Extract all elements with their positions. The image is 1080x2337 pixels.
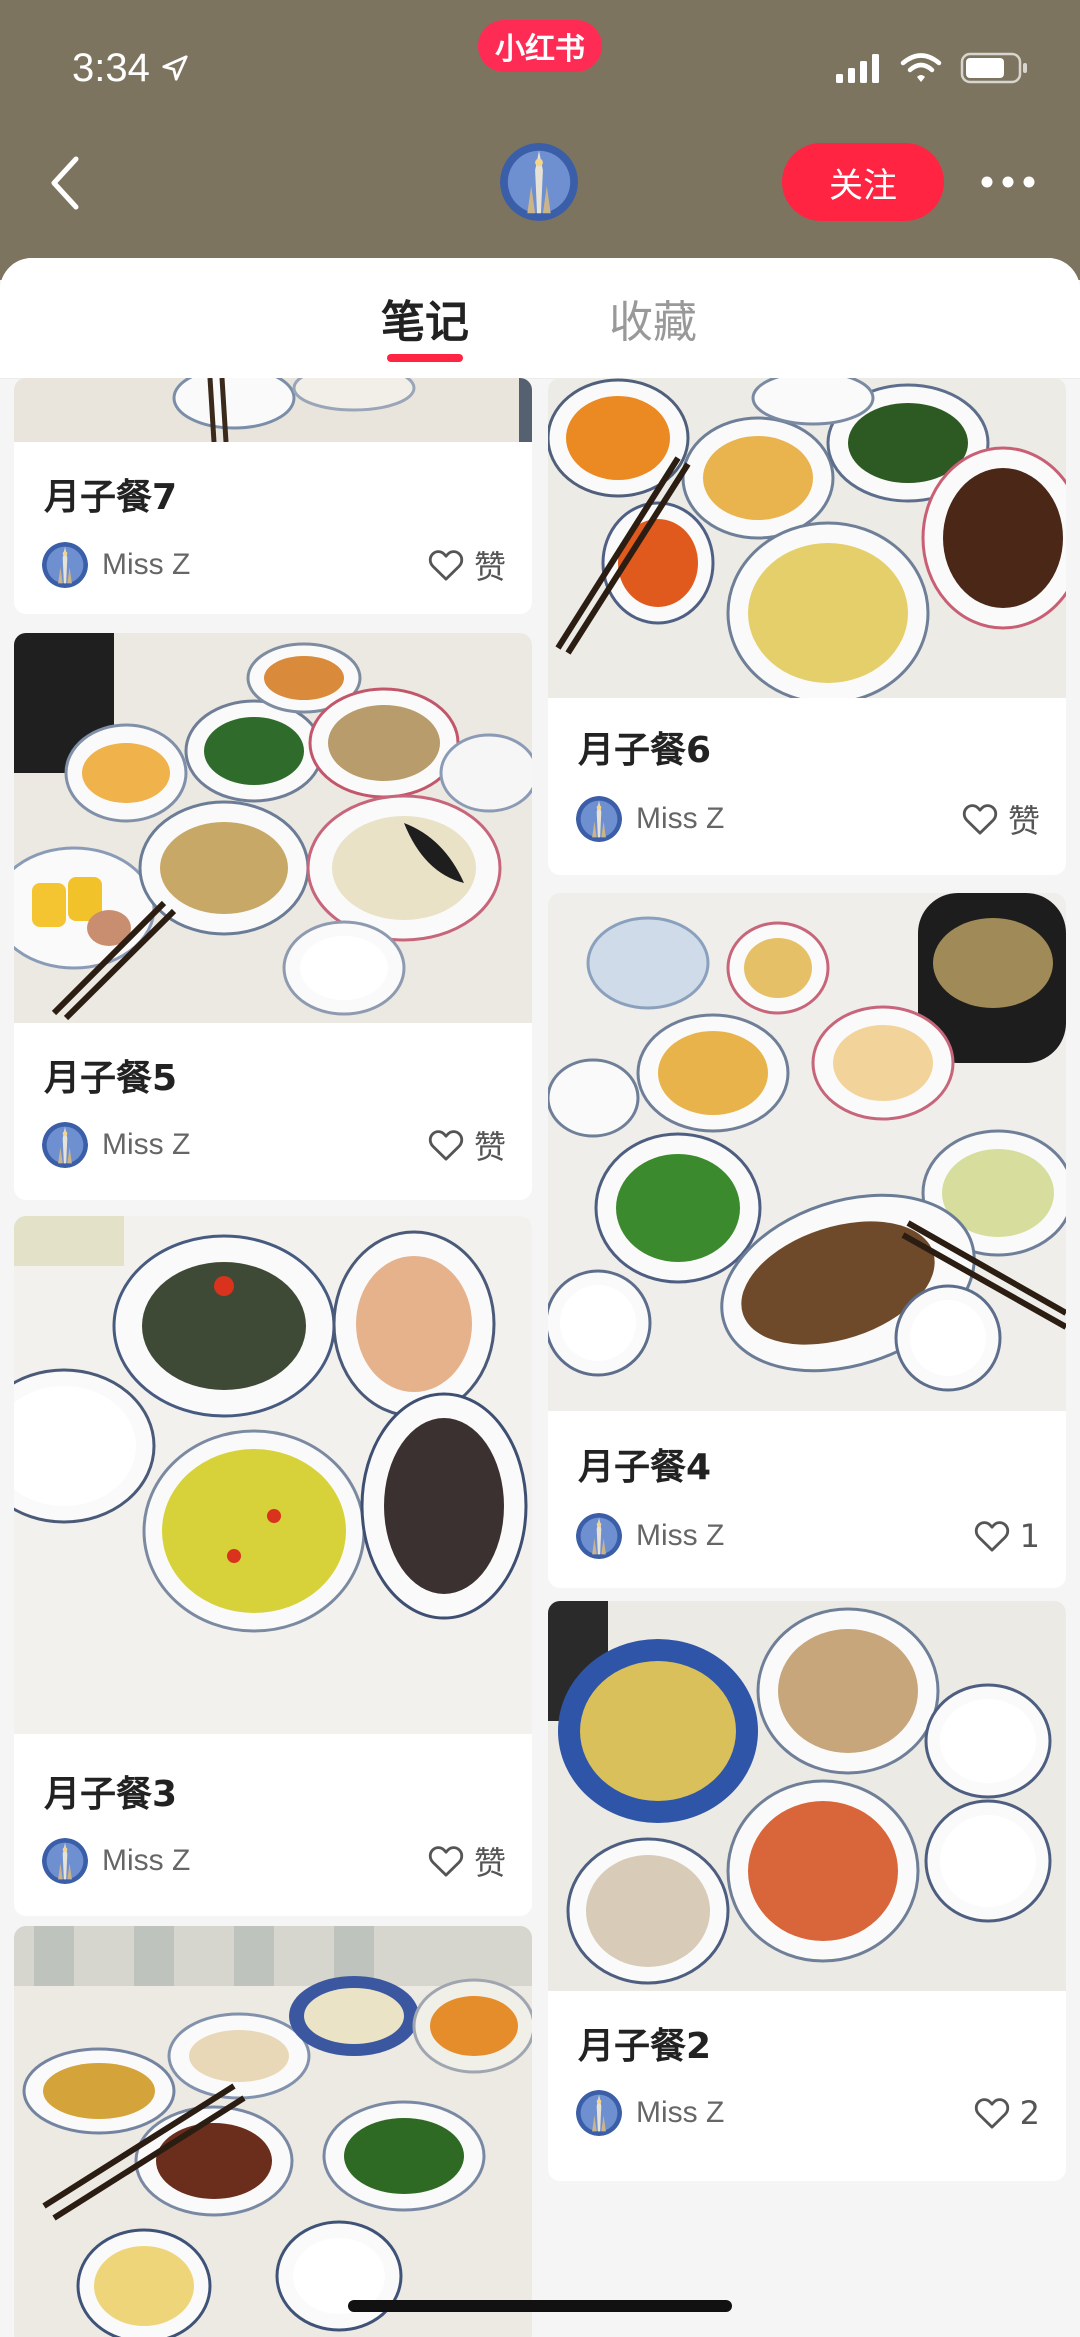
status-time: 3:34 [72, 40, 190, 96]
note-author[interactable]: Miss Z [576, 796, 724, 842]
wifi-icon [900, 53, 942, 82]
author-avatar [576, 796, 622, 842]
more-options-button[interactable] [968, 160, 1048, 204]
note-card-4[interactable]: 月子餐4 Miss Z 1 [548, 893, 1066, 1588]
like-button[interactable]: 赞 [426, 1122, 506, 1168]
chevron-left-icon [51, 156, 79, 210]
active-tab-indicator [387, 354, 463, 362]
back-button[interactable] [40, 150, 90, 216]
heart-icon [972, 2093, 1012, 2133]
profile-avatar[interactable] [500, 143, 578, 221]
like-count: 赞 [473, 1844, 506, 1882]
like-count: 1 [1019, 1517, 1040, 1555]
more-dots-icon [981, 176, 1035, 188]
note-image [14, 633, 532, 1023]
author-name: Miss Z [636, 1519, 725, 1552]
like-button[interactable]: 赞 [960, 796, 1040, 842]
note-image [14, 378, 532, 442]
like-count: 赞 [473, 1128, 506, 1166]
status-time-text: 3:34 [72, 46, 150, 90]
note-meta: Miss Z 赞 [42, 1120, 506, 1170]
note-meta: Miss Z 赞 [42, 1836, 506, 1886]
note-image [14, 1216, 532, 1734]
note-author[interactable]: Miss Z [576, 2090, 724, 2136]
note-image [548, 1601, 1066, 1991]
note-title: 月子餐5 [44, 1058, 178, 1099]
note-card-7[interactable]: 月子餐7 Miss Z 赞 [14, 378, 532, 614]
note-author[interactable]: Miss Z [576, 1513, 724, 1559]
follow-button[interactable]: 关注 [782, 143, 944, 221]
location-arrow-icon [162, 55, 188, 81]
tab-bar: 笔记 收藏 [0, 258, 1080, 379]
author-name: Miss Z [102, 548, 191, 581]
author-name: Miss Z [636, 2096, 725, 2129]
tab-collections[interactable]: 收藏 [608, 288, 698, 348]
cellular-signal-icon [836, 54, 879, 83]
note-meta: Miss Z 2 [576, 2088, 1040, 2138]
note-author[interactable]: Miss Z [42, 542, 190, 588]
author-avatar [42, 542, 88, 588]
profile-header: 3:34 小红书 关注 [0, 0, 1080, 280]
note-card-5[interactable]: 月子餐5 Miss Z 赞 [14, 633, 532, 1200]
tab-notes[interactable]: 笔记 [380, 288, 470, 348]
like-count: 2 [1019, 2094, 1040, 2132]
note-card-2[interactable]: 月子餐2 Miss Z 2 [548, 1601, 1066, 2181]
note-image [14, 1926, 532, 2337]
note-author[interactable]: Miss Z [42, 1838, 190, 1884]
author-avatar [576, 2090, 622, 2136]
note-title: 月子餐6 [578, 730, 712, 771]
note-card-1[interactable] [14, 1926, 532, 2337]
author-name: Miss Z [102, 1128, 191, 1161]
heart-icon [960, 799, 1000, 839]
note-image [548, 893, 1066, 1411]
battery-icon [960, 52, 1027, 84]
heart-icon [426, 1125, 466, 1165]
app-badge[interactable]: 小红书 [478, 20, 602, 72]
author-avatar [42, 1122, 88, 1168]
note-meta: Miss Z 赞 [576, 794, 1040, 844]
heart-icon [426, 545, 466, 585]
note-image [548, 378, 1066, 698]
status-icons [834, 48, 1030, 88]
like-count: 赞 [1007, 802, 1040, 840]
home-indicator[interactable] [348, 2300, 732, 2312]
like-button[interactable]: 1 [972, 1516, 1040, 1556]
author-name: Miss Z [636, 802, 725, 835]
heart-icon [426, 1841, 466, 1881]
like-button[interactable]: 2 [972, 2093, 1040, 2133]
note-title: 月子餐4 [578, 1447, 712, 1488]
like-button[interactable]: 赞 [426, 1838, 506, 1884]
note-title: 月子餐3 [44, 1774, 178, 1815]
content-sheet: 笔记 收藏 月子餐7 Miss Z 赞 月子餐5 Miss Z 赞 月子餐3 M… [0, 258, 1080, 2337]
note-card-3[interactable]: 月子餐3 Miss Z 赞 [14, 1216, 532, 1916]
note-meta: Miss Z 1 [576, 1511, 1040, 1561]
heart-icon [972, 1516, 1012, 1556]
note-title: 月子餐7 [44, 477, 178, 518]
note-author[interactable]: Miss Z [42, 1122, 190, 1168]
like-count: 赞 [473, 548, 506, 586]
author-avatar [576, 1513, 622, 1559]
author-name: Miss Z [102, 1844, 191, 1877]
note-card-6[interactable]: 月子餐6 Miss Z 赞 [548, 378, 1066, 875]
note-meta: Miss Z 赞 [42, 540, 506, 590]
note-title: 月子餐2 [578, 2026, 712, 2067]
author-avatar [42, 1838, 88, 1884]
like-button[interactable]: 赞 [426, 542, 506, 588]
